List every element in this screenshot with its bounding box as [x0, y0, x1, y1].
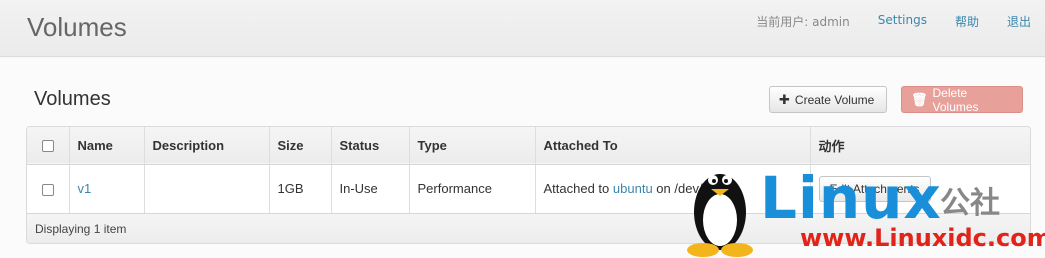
- section-title: Volumes: [34, 88, 111, 110]
- trash-icon: 🗑: [911, 91, 928, 107]
- watermark-brand-cn: 公社: [940, 186, 1000, 221]
- user-nav: 当前用户: admin Settings 帮助 退出: [756, 13, 1031, 30]
- attached-prefix: Attached to: [543, 181, 610, 197]
- settings-link[interactable]: Settings: [878, 13, 927, 27]
- top-bar: Volumes 当前用户: admin Settings 帮助 退出: [0, 0, 1045, 57]
- create-volume-button[interactable]: ✚ Create Volume: [769, 86, 887, 113]
- volume-name-link[interactable]: v1: [78, 181, 92, 196]
- col-status[interactable]: Status: [331, 127, 410, 164]
- logout-link[interactable]: 退出: [1007, 15, 1031, 29]
- volume-description: [144, 164, 270, 213]
- col-description[interactable]: Description: [144, 127, 270, 164]
- volume-size: 1GB: [269, 164, 332, 213]
- volume-name-cell: v1: [69, 164, 145, 213]
- volume-status: In-Use: [331, 164, 410, 213]
- col-type[interactable]: Type: [409, 127, 536, 164]
- page-title: Volumes: [27, 12, 127, 42]
- watermark-brand: Linux: [760, 164, 942, 232]
- col-name[interactable]: Name: [69, 127, 145, 164]
- attached-instance-link[interactable]: ubuntu: [613, 181, 653, 196]
- help-link[interactable]: 帮助: [955, 15, 979, 29]
- current-user-label: 当前用户: admin: [756, 15, 850, 29]
- row-select-cell: [27, 164, 70, 213]
- col-attached-to[interactable]: Attached To: [535, 127, 811, 164]
- col-actions: 动作: [818, 138, 845, 154]
- delete-volumes-button[interactable]: 🗑 Delete Volumes: [901, 85, 1023, 114]
- row-checkbox[interactable]: [41, 183, 54, 196]
- table-header-row: Name Description Size Status Type Attach…: [27, 127, 1030, 164]
- select-all-cell: [27, 127, 70, 164]
- delete-volumes-label: Delete Volumes: [932, 85, 979, 114]
- watermark-url: www.Linuxidc.com: [800, 224, 1045, 252]
- plus-icon: ✚: [779, 91, 790, 107]
- select-all-checkbox[interactable]: [41, 140, 54, 153]
- volume-type: Performance: [409, 164, 536, 213]
- col-size[interactable]: Size: [269, 127, 332, 164]
- create-volume-label: Create Volume: [794, 92, 875, 107]
